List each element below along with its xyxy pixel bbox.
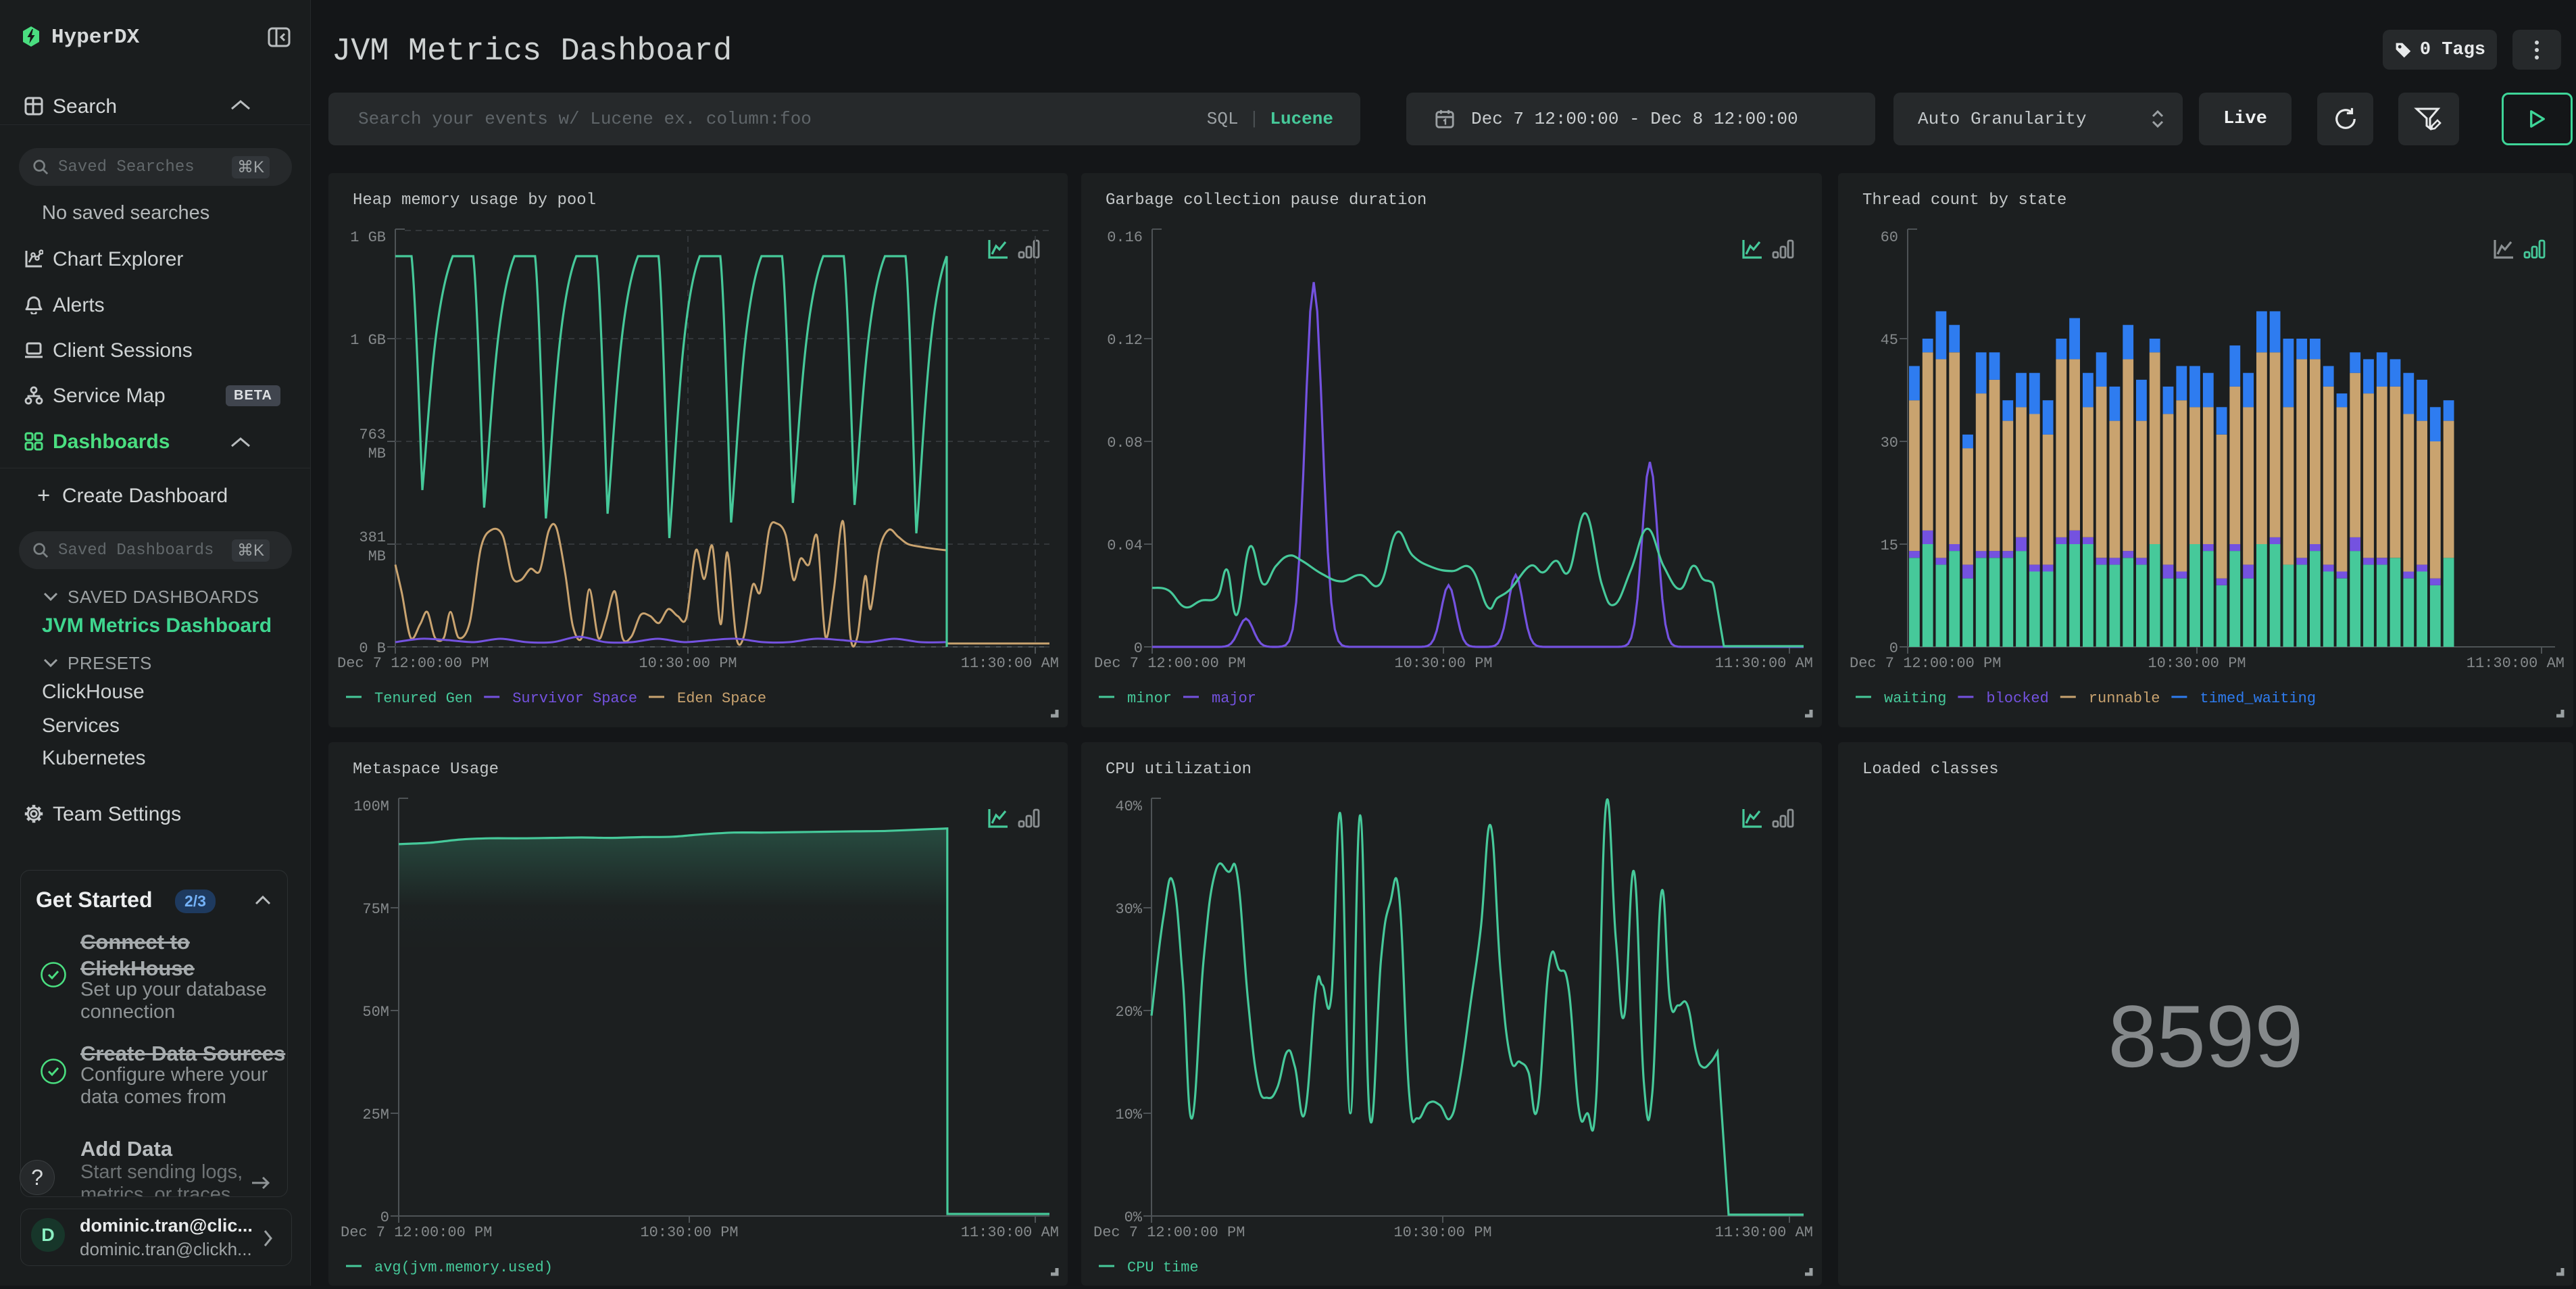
svg-text:30%: 30%	[1115, 901, 1142, 918]
svg-text:11:30:00 AM: 11:30:00 AM	[961, 1224, 1059, 1241]
svg-text:15: 15	[1881, 537, 1898, 554]
svg-text:CPU utilization: CPU utilization	[1106, 760, 1252, 779]
svg-text:CPU time: CPU time	[1127, 1259, 1199, 1276]
svg-text:763: 763	[359, 427, 386, 443]
svg-text:major: major	[1212, 690, 1256, 707]
svg-text:Eden Space: Eden Space	[677, 690, 766, 707]
svg-text:30: 30	[1881, 435, 1898, 452]
svg-text:1 GB: 1 GB	[350, 229, 386, 246]
svg-text:Loaded classes: Loaded classes	[1862, 760, 1999, 779]
svg-text:8599: 8599	[2108, 987, 2303, 1086]
svg-text:timed_waiting: timed_waiting	[2200, 690, 2316, 707]
svg-text:avg(jvm.memory.used): avg(jvm.memory.used)	[374, 1259, 553, 1276]
svg-text:minor: minor	[1127, 690, 1172, 707]
svg-text:Metaspace Usage: Metaspace Usage	[353, 760, 499, 779]
svg-text:0.04: 0.04	[1107, 537, 1143, 554]
svg-text:10:30:00 PM: 10:30:00 PM	[1393, 1224, 1491, 1241]
svg-text:Dec 7 12:00:00 PM: Dec 7 12:00:00 PM	[341, 1224, 492, 1241]
svg-text:11:30:00 AM: 11:30:00 AM	[1715, 655, 1813, 672]
svg-text:20%: 20%	[1115, 1004, 1142, 1021]
svg-text:Tenured Gen: Tenured Gen	[374, 690, 472, 707]
svg-text:Thread count by state: Thread count by state	[1862, 191, 2066, 210]
svg-text:11:30:00 AM: 11:30:00 AM	[2467, 655, 2565, 672]
svg-text:runnable: runnable	[2089, 690, 2160, 707]
svg-text:waiting: waiting	[1884, 690, 1946, 707]
svg-text:Dec 7 12:00:00 PM: Dec 7 12:00:00 PM	[1093, 1224, 1245, 1241]
svg-text:11:30:00 AM: 11:30:00 AM	[1715, 1224, 1813, 1241]
svg-text:10%: 10%	[1115, 1106, 1142, 1123]
svg-text:10:30:00 PM: 10:30:00 PM	[640, 1224, 738, 1241]
svg-text:MB: MB	[368, 548, 386, 565]
svg-text:Garbage collection pause durat: Garbage collection pause duration	[1106, 191, 1427, 210]
svg-text:MB: MB	[368, 445, 386, 462]
svg-text:45: 45	[1881, 332, 1898, 349]
svg-text:60: 60	[1881, 229, 1898, 246]
svg-text:0.08: 0.08	[1107, 435, 1143, 452]
svg-text:381: 381	[359, 529, 386, 546]
svg-text:75M: 75M	[362, 901, 389, 918]
svg-text:Dec 7 12:00:00 PM: Dec 7 12:00:00 PM	[1094, 655, 1245, 672]
svg-text:40%: 40%	[1115, 798, 1142, 815]
svg-text:1 GB: 1 GB	[350, 332, 386, 349]
svg-text:blocked: blocked	[1986, 690, 2048, 707]
svg-text:50M: 50M	[362, 1004, 389, 1021]
svg-text:25M: 25M	[362, 1106, 389, 1123]
svg-text:Dec 7 12:00:00 PM: Dec 7 12:00:00 PM	[1850, 655, 2001, 672]
svg-text:100M: 100M	[353, 798, 389, 815]
svg-text:Heap memory usage by pool: Heap memory usage by pool	[353, 191, 596, 210]
svg-text:10:30:00 PM: 10:30:00 PM	[2148, 655, 2246, 672]
svg-text:10:30:00 PM: 10:30:00 PM	[639, 655, 737, 672]
svg-text:0.16: 0.16	[1107, 229, 1143, 246]
svg-text:Dec 7 12:00:00 PM: Dec 7 12:00:00 PM	[337, 655, 489, 672]
svg-text:11:30:00 AM: 11:30:00 AM	[961, 655, 1059, 672]
svg-text:Survivor Space: Survivor Space	[512, 690, 637, 707]
svg-text:10:30:00 PM: 10:30:00 PM	[1394, 655, 1492, 672]
svg-text:0.12: 0.12	[1107, 332, 1143, 349]
